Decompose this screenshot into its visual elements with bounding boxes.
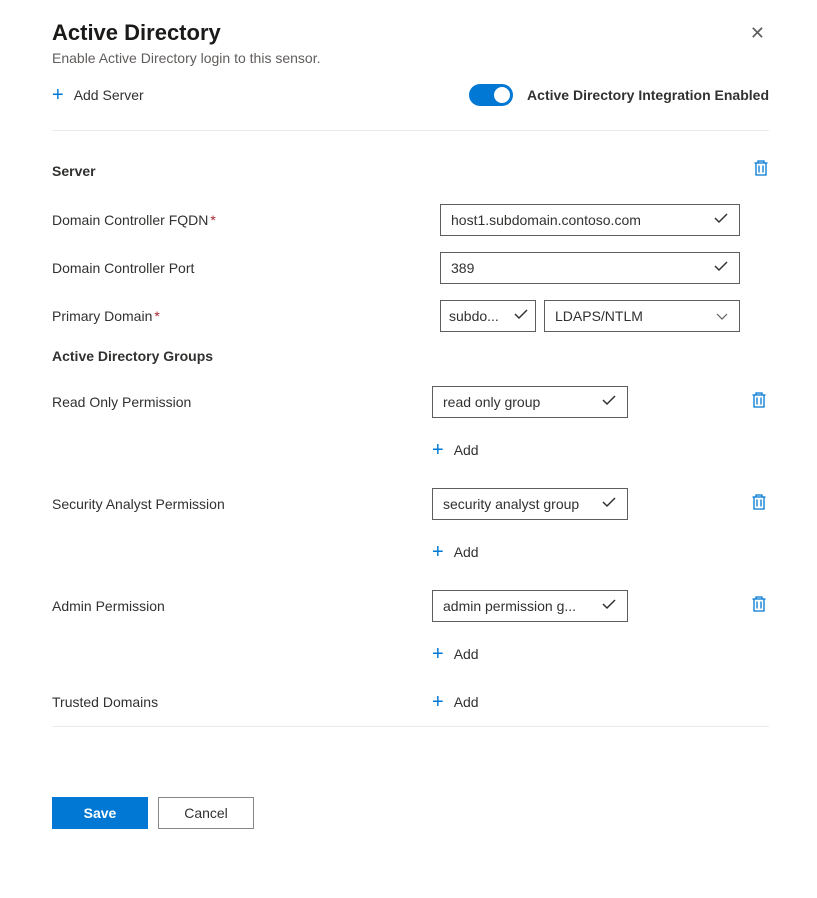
- fqdn-label: Domain Controller FQDN*: [52, 212, 432, 228]
- add-label: Add: [454, 442, 479, 458]
- required-asterisk: *: [154, 308, 159, 324]
- server-section-title: Server: [52, 163, 96, 179]
- plus-icon: +: [432, 542, 444, 562]
- plus-icon: +: [432, 644, 444, 664]
- page-title: Active Directory: [52, 20, 320, 46]
- add-read-only-button[interactable]: + Add: [432, 440, 769, 460]
- delete-security-analyst-button[interactable]: [751, 493, 767, 516]
- port-input[interactable]: [440, 252, 740, 284]
- primary-domain-input[interactable]: [440, 300, 536, 332]
- cancel-button[interactable]: Cancel: [158, 797, 254, 829]
- primary-domain-label: Primary Domain*: [52, 308, 432, 324]
- plus-icon: +: [432, 440, 444, 460]
- read-only-label: Read Only Permission: [52, 394, 432, 410]
- add-label: Add: [454, 646, 479, 662]
- security-analyst-label: Security Analyst Permission: [52, 496, 432, 512]
- close-icon: ✕: [750, 23, 765, 43]
- delete-server-button[interactable]: [753, 159, 769, 182]
- add-security-analyst-button[interactable]: + Add: [432, 542, 769, 562]
- page-subtitle: Enable Active Directory login to this se…: [52, 50, 320, 66]
- add-trusted-domain-button[interactable]: + Add: [432, 692, 479, 712]
- add-server-label: Add Server: [74, 87, 144, 103]
- plus-icon: +: [52, 85, 64, 105]
- close-button[interactable]: ✕: [746, 20, 769, 46]
- trash-icon: [751, 391, 767, 409]
- add-admin-button[interactable]: + Add: [432, 644, 769, 664]
- divider: [52, 726, 769, 727]
- fqdn-input[interactable]: [440, 204, 740, 236]
- auth-method-select[interactable]: [544, 300, 740, 332]
- add-label: Add: [454, 694, 479, 710]
- divider: [52, 130, 769, 131]
- trash-icon: [751, 493, 767, 511]
- trash-icon: [753, 159, 769, 177]
- save-button[interactable]: Save: [52, 797, 148, 829]
- admin-label: Admin Permission: [52, 598, 432, 614]
- admin-input[interactable]: [432, 590, 628, 622]
- required-asterisk: *: [210, 212, 215, 228]
- add-server-button[interactable]: + Add Server: [52, 85, 144, 105]
- integration-toggle[interactable]: [469, 84, 513, 106]
- security-analyst-input[interactable]: [432, 488, 628, 520]
- read-only-input[interactable]: [432, 386, 628, 418]
- add-label: Add: [454, 544, 479, 560]
- groups-section-title: Active Directory Groups: [52, 348, 769, 364]
- delete-read-only-button[interactable]: [751, 391, 767, 414]
- integration-toggle-label: Active Directory Integration Enabled: [527, 87, 769, 103]
- trash-icon: [751, 595, 767, 613]
- trusted-domains-label: Trusted Domains: [52, 694, 432, 710]
- port-label: Domain Controller Port: [52, 260, 432, 276]
- delete-admin-button[interactable]: [751, 595, 767, 618]
- plus-icon: +: [432, 692, 444, 712]
